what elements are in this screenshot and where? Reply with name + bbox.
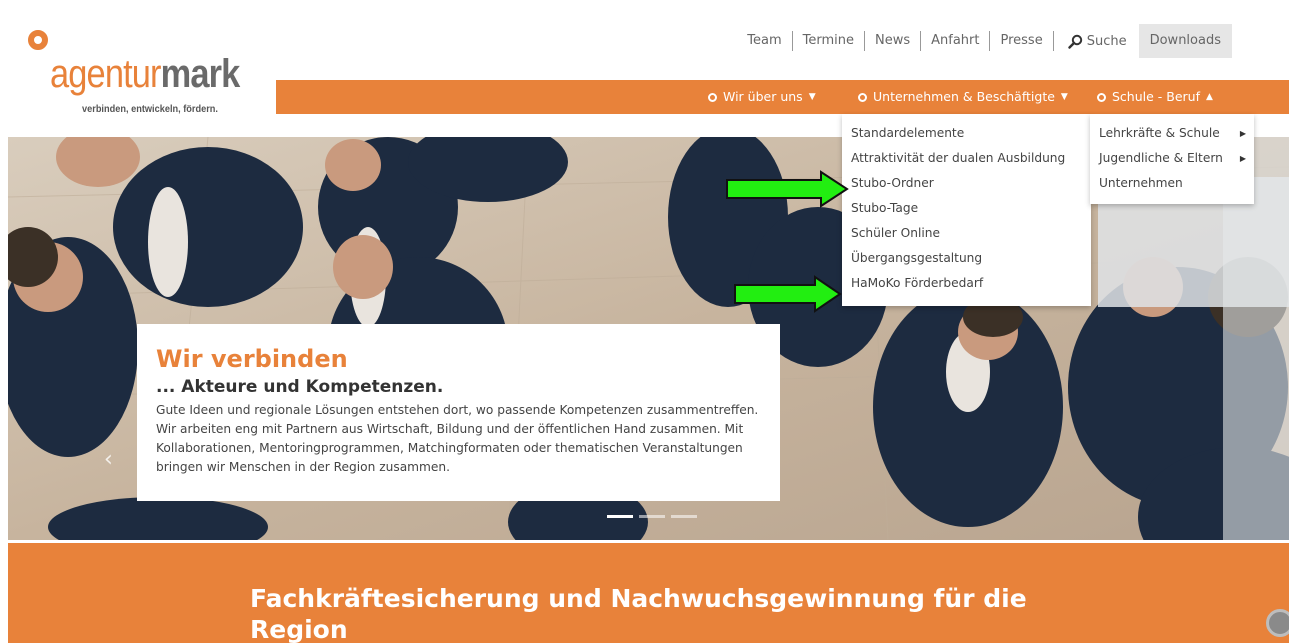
chevron-down-icon: ▼	[808, 92, 816, 102]
hero-subtitle: ... Akteure und Kompetenzen.	[156, 377, 444, 397]
slider-pagination	[607, 515, 697, 518]
toplink-news[interactable]: News	[865, 31, 922, 51]
logo-claim: verbinden, entwickeln, fördern.	[82, 104, 218, 115]
dropdown-item[interactable]: Lehrkräfte & Schule ▶	[1090, 121, 1254, 146]
chevron-up-icon: ▲	[1206, 92, 1213, 102]
dropdown-item-label: Unternehmen	[1099, 176, 1183, 190]
nav-ring-icon	[1097, 92, 1106, 102]
chat-icon[interactable]	[1266, 609, 1289, 637]
nav-label: Wir über uns	[723, 89, 803, 104]
logo[interactable]: agenturmark verbinden, entwickeln, förde…	[28, 30, 268, 125]
downloads-button[interactable]: Downloads	[1138, 24, 1232, 58]
hero-text: Gute Ideen und regionale Lösungen entste…	[156, 403, 759, 474]
arrow-right-icon	[734, 275, 842, 313]
nav-label: Schule - Beruf	[1112, 89, 1201, 104]
search-link[interactable]: Suche	[1068, 34, 1127, 49]
dropdown-schule-beruf: Lehrkräfte & Schule ▶ Jugendliche & Elte…	[1090, 114, 1254, 204]
slider-dot[interactable]	[639, 515, 665, 518]
arrow-right-icon	[726, 170, 849, 208]
dropdown-unternehmen: Standardelemente Attraktivität der duale…	[842, 114, 1091, 306]
dropdown-item-label: Jugendliche & Eltern	[1099, 151, 1223, 165]
main-navigation: Wir über uns ▼ Unternehmen & Beschäftigt…	[276, 80, 1289, 114]
dropdown-item[interactable]: Stubo-Ordner	[842, 171, 1091, 196]
chevron-left-icon[interactable]: ‹	[104, 447, 113, 472]
intro-band: Fachkräftesicherung und Nachwuchsgewinnu…	[8, 543, 1289, 643]
slider-dot[interactable]	[607, 515, 633, 518]
top-navigation: Team Termine News Anfahrt Presse Suche D…	[747, 24, 1232, 58]
dropdown-item[interactable]: Attraktivität der dualen Ausbildung	[842, 146, 1091, 171]
nav-label: Unternehmen & Beschäftigte	[873, 89, 1055, 104]
nav-ring-icon	[708, 92, 717, 102]
dropdown-item[interactable]: Schüler Online	[842, 221, 1091, 246]
dropdown-item[interactable]: Standardelemente	[842, 121, 1091, 146]
dropdown-item[interactable]: Stubo-Tage	[842, 196, 1091, 221]
logo-wordmark: agenturmark	[50, 52, 240, 96]
nav-unternehmen-beschaeftigte[interactable]: Unternehmen & Beschäftigte ▼	[858, 80, 1068, 114]
hero-textbox: Wir verbinden ... Akteure und Kompetenze…	[137, 324, 780, 501]
chevron-down-icon: ▼	[1060, 92, 1068, 102]
toplink-anfahrt[interactable]: Anfahrt	[921, 31, 991, 51]
dropdown-item[interactable]: HaMoKo Förderbedarf	[842, 271, 1091, 296]
dropdown-item[interactable]: Übergangsgestaltung	[842, 246, 1091, 271]
band-title: Fachkräftesicherung und Nachwuchsgewinnu…	[250, 584, 1027, 643]
search-label: Suche	[1086, 33, 1127, 49]
toplink-presse[interactable]: Presse	[990, 31, 1054, 51]
nav-ring-icon	[858, 92, 867, 102]
dropdown-item[interactable]: Unternehmen	[1090, 171, 1254, 196]
nav-schule-beruf[interactable]: Schule - Beruf ▲	[1097, 80, 1213, 114]
logo-ring-icon	[28, 30, 48, 50]
nav-wir-ueber-uns[interactable]: Wir über uns ▼	[708, 80, 816, 114]
toplink-team[interactable]: Team	[747, 31, 793, 51]
toplink-termine[interactable]: Termine	[793, 31, 865, 51]
chevron-right-icon: ▶	[1239, 154, 1246, 163]
hero-title: Wir verbinden	[156, 345, 348, 373]
search-icon	[1068, 34, 1082, 49]
dropdown-item[interactable]: Jugendliche & Eltern ▶	[1090, 146, 1254, 171]
chevron-right-icon: ▶	[1239, 129, 1246, 138]
dropdown-item-label: Lehrkräfte & Schule	[1099, 126, 1220, 140]
slider-dot[interactable]	[671, 515, 697, 518]
